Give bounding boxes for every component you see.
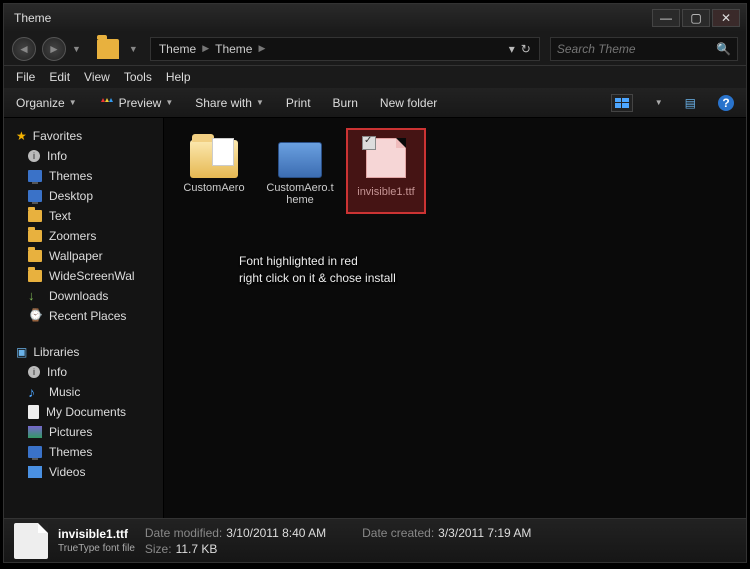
file-thumbnail [14,523,48,559]
size-label: Size: [145,542,172,556]
file-item-folder[interactable]: CustomAero [176,130,252,212]
view-options-button[interactable] [611,94,633,112]
created-value: 3/3/2011 7:19 AM [438,526,531,540]
sidebar-item-music[interactable]: ♪Music [4,382,163,402]
sidebar-item-desktop[interactable]: Desktop [4,186,163,206]
chevron-right-icon[interactable]: ▶ [258,43,265,54]
preview-pane-button[interactable]: ▤ [685,96,696,110]
music-icon: ♪ [28,386,42,398]
menu-view[interactable]: View [84,70,110,84]
toolbar: Organize▼ Preview▼ Share with▼ Print Bur… [4,88,746,118]
back-button[interactable]: ◄ [12,37,36,61]
view-dropdown-icon[interactable]: ▼ [655,98,663,107]
folder-icon [28,250,42,262]
preview-icon [99,97,115,109]
refresh-icon[interactable]: ↻ [521,42,531,56]
download-icon [28,290,42,302]
menu-help[interactable]: Help [166,70,191,84]
forward-button[interactable]: ► [42,37,66,61]
details-filetype: TrueType font file [58,543,135,554]
folder-icon [28,270,42,282]
sidebar-item-wallpaper[interactable]: Wallpaper [4,246,163,266]
newfolder-button[interactable]: New folder [380,96,437,110]
font-file-icon [362,136,410,182]
folder-icon[interactable] [97,39,119,59]
videos-icon [28,466,42,478]
organize-button[interactable]: Organize▼ [16,96,77,110]
breadcrumb[interactable]: Theme ▶ Theme ▶ ▾ ↻ [150,37,540,61]
sidebar-item-downloads[interactable]: Downloads [4,286,163,306]
window-title: Theme [14,11,51,25]
minimize-button[interactable]: — [652,9,680,27]
file-item-theme[interactable]: CustomAero.theme [262,130,338,212]
modified-label: Date modified: [145,526,222,540]
size-value: 11.7 KB [176,542,218,556]
menu-tools[interactable]: Tools [124,70,152,84]
sidebar-item-pictures[interactable]: Pictures [4,422,163,442]
sidebar-item-documents[interactable]: My Documents [4,402,163,422]
sidebar-item-info[interactable]: iInfo [4,146,163,166]
search-icon[interactable]: 🔍 [716,42,731,56]
themes-icon [28,446,42,458]
star-icon: ★ [16,129,27,143]
close-button[interactable]: ✕ [712,9,740,27]
sidebar-item-recent[interactable]: Recent Places [4,306,163,326]
navigation-bar: ◄ ► ▼ ▼ Theme ▶ Theme ▶ ▾ ↻ 🔍 [4,32,746,66]
search-input[interactable] [557,42,716,56]
sidebar-item-lib-themes[interactable]: Themes [4,442,163,462]
modified-value: 3/10/2011 8:40 AM [226,526,326,540]
menu-file[interactable]: File [16,70,35,84]
search-box[interactable]: 🔍 [550,37,738,61]
explorer-window: Theme — ▢ ✕ ◄ ► ▼ ▼ Theme ▶ Theme ▶ ▾ ↻ … [3,3,747,563]
breadcrumb-item[interactable]: Theme [215,42,252,56]
recent-icon [28,310,42,322]
info-icon: i [28,366,40,378]
breadcrumb-item[interactable]: Theme [159,42,196,56]
sidebar-item-text[interactable]: Text [4,206,163,226]
file-item-ttf[interactable]: invisible1.ttf [348,130,424,212]
body: ★ Favorites iInfo Themes Desktop Text Zo… [4,118,746,518]
print-button[interactable]: Print [286,96,311,110]
theme-file-icon [278,142,322,178]
folder-icon [28,230,42,242]
favorites-header[interactable]: ★ Favorites [4,126,163,146]
help-icon[interactable]: ? [718,95,734,111]
share-button[interactable]: Share with▼ [195,96,264,110]
burn-button[interactable]: Burn [333,96,358,110]
titlebar[interactable]: Theme — ▢ ✕ [4,4,746,32]
libraries-icon: ▣ [16,345,27,359]
navigation-pane: ★ Favorites iInfo Themes Desktop Text Zo… [4,118,164,518]
sidebar-item-zoomers[interactable]: Zoomers [4,226,163,246]
themes-icon [28,170,42,182]
sidebar-item-videos[interactable]: Videos [4,462,163,482]
file-list[interactable]: CustomAero CustomAero.theme invisible1.t… [164,118,746,518]
desktop-icon [28,190,42,202]
pictures-icon [28,426,42,438]
preview-button[interactable]: Preview▼ [99,96,174,110]
history-dropdown-icon[interactable]: ▼ [72,44,81,54]
created-label: Date created: [362,526,434,540]
info-icon: i [28,150,40,162]
root-dropdown-icon[interactable]: ▼ [129,44,138,54]
check-icon [362,136,376,150]
document-icon [28,405,39,419]
sidebar-item-themes[interactable]: Themes [4,166,163,186]
annotation-text: Font highlighted in red right click on i… [239,253,396,287]
chevron-right-icon[interactable]: ▶ [202,43,209,54]
libraries-header[interactable]: ▣ Libraries [4,342,163,362]
maximize-button[interactable]: ▢ [682,9,710,27]
sidebar-item-widescreen[interactable]: WideScreenWal [4,266,163,286]
folder-icon [190,140,238,178]
folder-icon [28,210,42,222]
sidebar-item-lib-info[interactable]: iInfo [4,362,163,382]
breadcrumb-dropdown-icon[interactable]: ▾ [509,42,515,56]
menu-bar: File Edit View Tools Help [4,66,746,88]
menu-edit[interactable]: Edit [49,70,70,84]
details-filename: invisible1.ttf [58,527,135,541]
window-controls: — ▢ ✕ [652,9,740,27]
details-pane: invisible1.ttf TrueType font file Date m… [4,518,746,562]
